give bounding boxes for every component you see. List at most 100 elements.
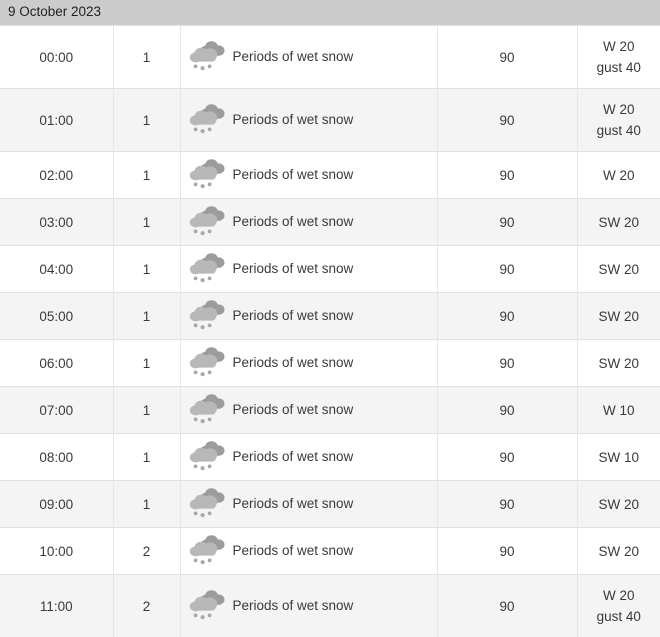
precipitation-amount-cell: 1 — [113, 152, 180, 199]
forecast-time: 01:00 — [0, 100, 113, 141]
wind-gust: gust 40 — [578, 120, 660, 141]
table-row: 01:001 Periods of wet snow 90W 20gust 40 — [0, 89, 660, 152]
precipitation-amount-cell: 1 — [113, 293, 180, 340]
table-row: 00:001 Periods of wet snow 90W 20gust 40 — [0, 26, 660, 89]
precipitation-amount: 1 — [114, 100, 180, 141]
condition-wrapper: Periods of wet snow — [181, 583, 437, 629]
forecast-time: 06:00 — [0, 343, 113, 384]
precipitation-probability-cell: 90 — [437, 340, 577, 387]
precipitation-amount: 1 — [114, 296, 180, 337]
forecast-time-cell: 09:00 — [0, 481, 113, 528]
precipitation-amount: 2 — [114, 531, 180, 572]
condition-description: Periods of wet snow — [233, 533, 354, 561]
forecast-time-cell: 10:00 — [0, 528, 113, 575]
wind-wrapper: W 10 — [578, 390, 660, 431]
wet-snow-icon — [187, 39, 227, 75]
precipitation-amount: 1 — [114, 37, 180, 78]
forecast-time: 00:00 — [0, 37, 113, 78]
wind-wrapper: SW 20 — [578, 249, 660, 290]
forecast-time-cell: 00:00 — [0, 26, 113, 89]
precipitation-amount: 1 — [114, 202, 180, 243]
wind-cell: SW 20 — [577, 199, 660, 246]
forecast-time-cell: 01:00 — [0, 89, 113, 152]
forecast-time: 09:00 — [0, 484, 113, 525]
forecast-time-cell: 07:00 — [0, 387, 113, 434]
table-row: 10:002Periods of wet snow90SW 20 — [0, 528, 660, 575]
condition-description: Periods of wet snow — [233, 251, 354, 279]
wind-cell: W 20gust 40 — [577, 89, 660, 152]
condition-cell: Periods of wet snow — [180, 340, 437, 387]
forecast-time-cell: 05:00 — [0, 293, 113, 340]
condition-wrapper: Periods of wet snow — [181, 246, 437, 292]
wet-snow-icon — [187, 157, 227, 193]
precipitation-probability-cell: 90 — [437, 434, 577, 481]
forecast-time-cell: 04:00 — [0, 246, 113, 293]
condition-description: Periods of wet snow — [233, 102, 354, 130]
table-row: 03:001 Periods of wet snow 90SW 20 — [0, 199, 660, 246]
precipitation-probability-cell: 90 — [437, 89, 577, 152]
wind-speed: SW 20 — [578, 541, 660, 562]
condition-description: Periods of wet snow — [233, 157, 354, 185]
wind-wrapper: SW 20 — [578, 484, 660, 525]
wet-snow-icon — [187, 392, 227, 428]
condition-cell: Periods of wet snow — [180, 528, 437, 575]
precipitation-probability-cell: 90 — [437, 293, 577, 340]
wet-snow-icon — [187, 439, 227, 475]
table-row: 08:001 Periods of wet snow 90SW 10 — [0, 434, 660, 481]
wind-speed: SW 20 — [578, 212, 660, 233]
wind-cell: SW 20 — [577, 246, 660, 293]
condition-cell: Periods of wet snow — [180, 89, 437, 152]
forecast-time-cell: 08:00 — [0, 434, 113, 481]
precipitation-amount-cell: 1 — [113, 434, 180, 481]
precipitation-probability-cell: 90 — [437, 246, 577, 293]
condition-wrapper: Periods of wet snow — [181, 152, 437, 198]
wind-speed: W 20 — [578, 585, 660, 606]
precipitation-amount-cell: 1 — [113, 26, 180, 89]
condition-description: Periods of wet snow — [233, 486, 354, 514]
precipitation-probability-cell: 90 — [437, 199, 577, 246]
precipitation-amount-cell: 2 — [113, 575, 180, 637]
wind-cell: W 20gust 40 — [577, 575, 660, 637]
wind-wrapper: SW 20 — [578, 296, 660, 337]
condition-wrapper: Periods of wet snow — [181, 97, 437, 143]
condition-cell: Periods of wet snow — [180, 199, 437, 246]
wind-cell: W 20gust 40 — [577, 26, 660, 89]
wind-wrapper: W 20gust 40 — [578, 89, 660, 151]
condition-description: Periods of wet snow — [233, 345, 354, 373]
wet-snow-icon — [187, 533, 227, 569]
forecast-time-cell: 02:00 — [0, 152, 113, 199]
table-row: 09:001Periods of wet snow90SW 20 — [0, 481, 660, 528]
condition-wrapper: Periods of wet snow — [181, 481, 437, 527]
forecast-time: 03:00 — [0, 202, 113, 243]
precipitation-probability: 90 — [438, 390, 577, 431]
forecast-time-cell: 11:00 — [0, 575, 113, 637]
condition-cell: Periods of wet snow — [180, 293, 437, 340]
wind-wrapper: SW 20 — [578, 531, 660, 572]
wet-snow-icon — [187, 588, 227, 624]
wind-speed: SW 20 — [578, 259, 660, 280]
condition-wrapper: Periods of wet snow — [181, 340, 437, 386]
forecast-time-cell: 03:00 — [0, 199, 113, 246]
wind-speed: W 20 — [578, 165, 660, 186]
wind-speed: SW 20 — [578, 494, 660, 515]
condition-wrapper: Periods of wet snow — [181, 199, 437, 245]
precipitation-probability: 90 — [438, 100, 577, 141]
precipitation-probability-cell: 90 — [437, 575, 577, 637]
forecast-table-body: 9 October 2023 00:001Periods of wet snow… — [0, 0, 660, 637]
condition-wrapper: Periods of wet snow — [181, 293, 437, 339]
forecast-time: 11:00 — [0, 586, 113, 627]
condition-description: Periods of wet snow — [233, 439, 354, 467]
precipitation-probability: 90 — [438, 343, 577, 384]
table-row: 06:001Periods of wet snow90SW 20 — [0, 340, 660, 387]
wind-wrapper: SW 10 — [578, 437, 660, 478]
forecast-time: 07:00 — [0, 390, 113, 431]
condition-description: Periods of wet snow — [233, 39, 354, 67]
forecast-time: 08:00 — [0, 437, 113, 478]
precipitation-amount-cell: 1 — [113, 89, 180, 152]
precipitation-amount-cell: 1 — [113, 246, 180, 293]
wet-snow-icon — [187, 251, 227, 287]
precipitation-amount: 1 — [114, 249, 180, 290]
precipitation-probability: 90 — [438, 37, 577, 78]
wind-cell: SW 20 — [577, 293, 660, 340]
condition-description: Periods of wet snow — [233, 204, 354, 232]
